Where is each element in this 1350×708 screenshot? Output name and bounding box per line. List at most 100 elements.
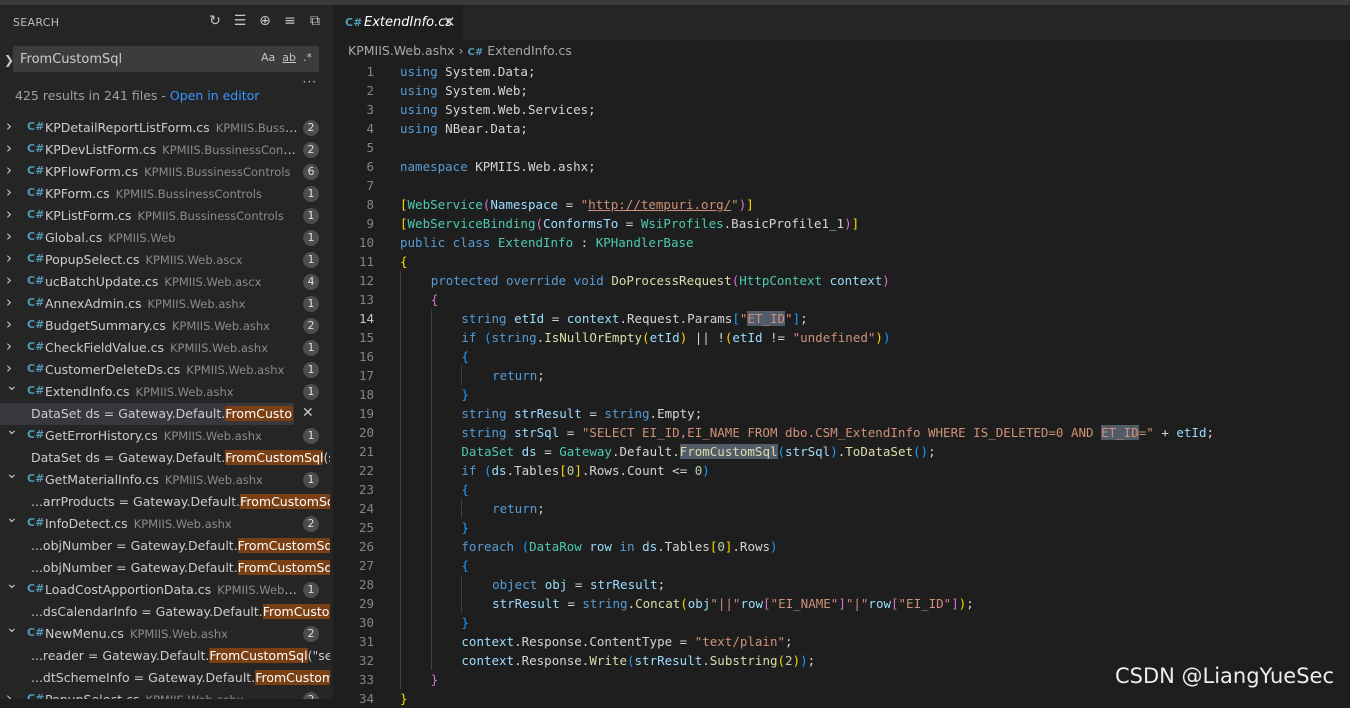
result-match-row[interactable]: ...objNumber = Gateway.Default.FromCusto… [0,535,333,557]
indent-guide [400,404,401,423]
code-text: } [461,385,469,404]
result-file-line: AnnexAdmin.cs KPMIIS.Web.ashx [45,296,300,311]
result-file-row[interactable]: › C# KPFlowForm.cs KPMIIS.BussinessControls… [0,161,333,183]
code-text: namespace KPMIIS.Web.ashx; [400,157,596,176]
code-token: = [559,425,582,440]
match-highlight: FromCustomSql [237,560,330,575]
result-file-row[interactable]: ⌄ C# ExtendInfo.cs KPMIIS.Web.ashx 1 [0,378,333,403]
result-file-row[interactable]: ⌄ C# GetErrorHistory.cs KPMIIS.Web.ashx 1 [0,422,333,447]
chevron-down-icon[interactable]: ⌄ [6,378,18,394]
chevron-down-icon[interactable]: ⌄ [6,466,18,482]
indent-guide [400,461,401,480]
match-suffix: ("selec... [307,648,330,663]
match-whole-word-icon[interactable]: ab [282,51,296,64]
result-match-row[interactable]: ...dtSchemeInfo = Gateway.Default.FromCu… [0,667,333,689]
match-count-badge: 2 [303,142,319,158]
chevron-down-icon[interactable]: ⌄ [6,422,18,438]
breadcrumb-folder[interactable]: KPMIIS.Web.ashx [348,43,455,58]
view-as-tree-icon[interactable]: ≡ [282,13,298,29]
code-token: ds [521,444,537,459]
result-file-row[interactable]: › C# Global.cs KPMIIS.Web 1 [0,227,333,249]
chevron-right-icon[interactable]: › [6,249,18,267]
chevron-right-icon[interactable]: › [6,139,18,157]
result-file-row[interactable]: › C# ucBatchUpdate.cs KPMIIS.Web.ascx 4 [0,271,333,293]
result-file-row[interactable]: › C# KPDetailReportListForm.cs KPMIIS.Bussi… [0,117,333,139]
result-file-row[interactable]: ⌄ C# LoadCostApportionData.cs KPMIIS.Web.as… [0,576,333,601]
code-token: ; [800,311,808,326]
chevron-right-icon[interactable]: › [6,689,18,699]
open-in-editor-link[interactable]: Open in editor [170,88,260,103]
chevron-down-icon[interactable]: ⌄ [6,576,18,592]
chevron-right-icon[interactable]: › [6,271,18,289]
code-editor[interactable]: 1 using System.Data; 2 using System.Web; 3 us… [333,62,1350,708]
code-token: if [461,463,477,478]
result-match-row[interactable]: DataSet ds = Gateway.Default.FromCustom.… [0,403,333,425]
result-file-row[interactable]: › C# AnnexAdmin.cs KPMIIS.Web.ashx 1 [0,293,333,315]
line-number: 5 [366,140,374,155]
code-token: "undefined" [792,330,876,345]
chevron-right-icon[interactable]: › [6,359,18,377]
refresh-icon[interactable]: ↻ [207,13,223,29]
code-text: if (ds.Tables[0].Rows.Count <= 0) [461,461,709,480]
result-file-row[interactable]: › C# CustomerDeleteDs.cs KPMIIS.Web.ashx 1 [0,359,333,381]
line-number: 29 [358,596,374,611]
code-token: Concat [635,596,681,611]
code-token: protected override void [430,273,604,288]
code-token: string [461,311,507,326]
result-match-row[interactable]: ...dsCalendarInfo = Gateway.Default.From… [0,601,333,623]
clear-results-icon[interactable]: ☰ [232,13,248,29]
result-file-row[interactable]: ⌄ C# NewMenu.cs KPMIIS.Web.ashx 2 [0,620,333,645]
tab-extendinfo[interactable]: C# ExtendInfo.cs ✕ [333,5,463,40]
chevron-right-icon[interactable]: › [6,161,18,179]
result-file-row[interactable]: ⌄ C# InfoDetect.cs KPMIIS.Web.ashx 2 [0,510,333,535]
search-input[interactable] [20,52,240,67]
chevron-down-icon[interactable]: ⌄ [6,510,18,526]
result-file-row[interactable]: › C# KPDevListForm.cs KPMIIS.BussinessContr… [0,139,333,161]
chevron-right-icon[interactable]: › [6,293,18,311]
line-number: 32 [358,653,374,668]
result-file-row[interactable]: › C# CheckFieldValue.cs KPMIIS.Web.ashx 1 [0,337,333,359]
match-highlight: FromCustom... [225,406,293,421]
use-regex-icon[interactable]: .* [303,51,312,64]
new-search-editor-icon[interactable]: ⊕ [257,13,273,29]
result-match-row[interactable]: DataSet ds = Gateway.Default.FromCustomS… [0,447,333,469]
result-match-row[interactable]: ...arrProducts = Gateway.Default.FromCus… [0,491,333,513]
code-token: string [582,596,628,611]
chevron-right-icon[interactable]: › [6,337,18,355]
code-text: string strSql = "SELECT EI_ID,EI_NAME FR… [461,423,1214,442]
code-token: =" [1138,425,1154,440]
chevron-right-icon[interactable]: › [6,315,18,333]
breadcrumb: KPMIIS.Web.ashx › C# ExtendInfo.cs [348,43,572,58]
result-match-row[interactable]: ...objNumber = Gateway.Default.FromCusto… [0,557,333,579]
chevron-down-icon[interactable]: ⌄ [6,620,18,636]
code-line: 23 { [333,480,1350,499]
collapse-all-icon[interactable]: ⧉ [307,13,323,29]
code-token: ) [875,330,883,345]
match-case-icon[interactable]: Aa [261,51,275,64]
code-token: .Rows.Count <= [581,463,695,478]
code-token: ) [844,216,852,231]
more-options-icon[interactable]: ··· [303,75,317,89]
chevron-right-icon[interactable]: › [6,117,18,135]
chevron-right-icon[interactable]: › [6,183,18,201]
dismiss-match-icon[interactable]: ✕ [302,405,314,421]
close-icon[interactable]: ✕ [443,13,456,31]
chevron-right-icon[interactable]: › [6,205,18,223]
match-count-badge: 2 [303,318,319,334]
result-file-row[interactable]: › C# KPListForm.cs KPMIIS.BussinessControls… [0,205,333,227]
code-token: ToDataSet [845,444,913,459]
sidebar-title: SEARCH [13,16,60,29]
result-file-row[interactable]: › C# KPForm.cs KPMIIS.BussinessControls 1 [0,183,333,205]
chevron-right-icon[interactable]: › [6,227,18,245]
result-file-row[interactable]: › C# PopupSelect.cs KPMIIS.Web.ascx 1 [0,249,333,271]
code-token: { [430,292,439,307]
result-file-row[interactable]: › C# BudgetSummary.cs KPMIIS.Web.ashx 2 [0,315,333,337]
result-file-row[interactable]: ⌄ C# GetMaterialInfo.cs KPMIIS.Web.ashx 1 [0,466,333,491]
indent-guide [400,347,401,366]
result-file-row[interactable]: › C#PopupSelect.cs KPMIIS.Web.ashx 2 [0,689,333,699]
match-highlight: FromCustomSql [237,538,330,553]
result-match-row[interactable]: ...reader = Gateway.Default.FromCustomSq… [0,645,333,667]
code-token: ) [800,653,808,668]
breadcrumb-file[interactable]: ExtendInfo.cs [487,43,572,58]
